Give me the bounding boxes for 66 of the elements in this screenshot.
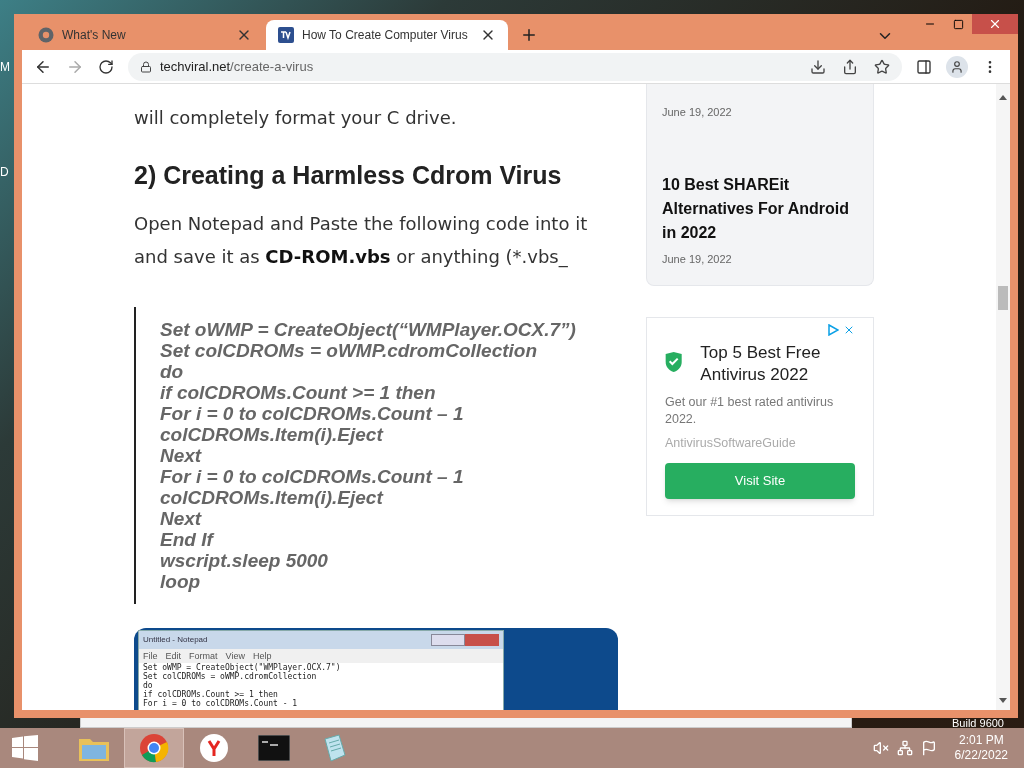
letter-y-logo-icon [199,733,229,763]
terminal-icon [258,735,290,761]
build-label: Build 9600 [952,718,1004,728]
ad-source: AntivirusSoftwareGuide [665,435,797,452]
code-line: Next [160,508,203,529]
site-logo-icon [278,27,294,43]
close-icon [988,17,1002,31]
code-line: For i = 0 to colCDROMs.Count – 1 [160,403,465,424]
code-line: Next [160,445,203,466]
flag-icon[interactable] [920,740,937,756]
download-icon[interactable] [810,58,826,75]
post-title[interactable]: 10 Best SHAREit Alternatives For Android in 2022 [662,172,858,245]
paragraph: Open Notepad and Paste the following code into it and save it as CD-ROM.vbs or anything (*.vbs_ [134,212,589,270]
code-line: Set colCDROMs = oWMP.cdromCollection [143,672,317,681]
desktop-icon-label: D [0,164,9,181]
post-date: June 19, 2022 [662,251,733,267]
new-tab-icon[interactable] [520,26,538,44]
maximize-icon [952,18,964,30]
tab-title: How To Create Computer Virus [302,27,469,44]
code-line: if colCDROMs.Count >= 1 then [160,382,437,403]
ad-title[interactable]: Top 5 Best Free Antivirus 2022 [700,342,855,386]
scroll-down-icon[interactable] [999,698,1007,704]
windows-logo-icon[interactable] [12,735,38,761]
taskbar-app[interactable] [124,728,184,768]
code-line: do [143,681,154,690]
paragraph: will completely format your C drive. [134,106,458,130]
side-panel-icon[interactable] [916,58,932,75]
code-line: colCDROMs.Item(i).Eject [160,424,385,445]
code-line: End If [160,529,216,550]
post-date: June 19, 2022 [662,105,733,120]
code-line: colCDROMs.Item(i).Eject [160,487,385,508]
scrollbar[interactable] [996,84,1010,710]
play-triangle-icon [827,324,839,336]
code-line: Set colCDROMs = oWMP.cdromCollection [160,340,539,361]
browser-tab[interactable]: What's New [24,20,266,50]
code-line: loop [160,571,202,592]
browser-logo-icon [38,27,54,43]
scrollbar-thumb[interactable] [998,286,1008,310]
share-icon[interactable] [842,58,858,75]
code-line: Set oWMP = CreateObject("WMPlayer.OCX.7") [143,663,342,672]
code-line: For i = 0 to colCDROMs.Count – 1 [160,466,465,487]
bookmark-star-icon[interactable] [874,58,890,75]
window-controls [431,634,499,646]
ad-text: Get our #1 best rated antivirus 2022. [665,394,835,428]
lock-icon [140,60,152,73]
code-line: if colCDROMs.Count >= 1 then [143,690,279,699]
network-icon[interactable] [896,740,913,756]
profile-avatar[interactable] [946,55,968,78]
code-line: wscript.sleep 5000 [160,550,329,571]
code-line: do [160,361,185,382]
person-icon [950,59,964,74]
reload-icon[interactable] [98,58,114,75]
window-title: Untitled - Notepad [143,634,208,646]
section-heading: 2) Creating a Harmless Cdrom Virus [134,160,563,191]
address-bar[interactable]: techviral.net/create-a-virus [128,52,902,81]
code-line: Set oWMP = CreateObject(“WMPlayer.OCX.7”) [160,319,577,340]
scroll-up-icon[interactable] [999,94,1007,100]
tab-title: What's New [62,27,127,44]
url-text: techviral.net/create-a-virus [160,57,314,76]
code-line: For i = 0 to colCDROMs.Count - 1 [143,699,299,708]
clock-date: 6/22/2022 [954,748,1008,763]
desktop-icon-label: M [0,59,10,76]
clock-time: 2:01 PM [958,733,1004,748]
browser-tab[interactable]: How To Create Computer Virus [266,20,508,50]
browser-logo-icon [139,733,169,763]
muted-speaker-icon[interactable] [872,740,889,756]
